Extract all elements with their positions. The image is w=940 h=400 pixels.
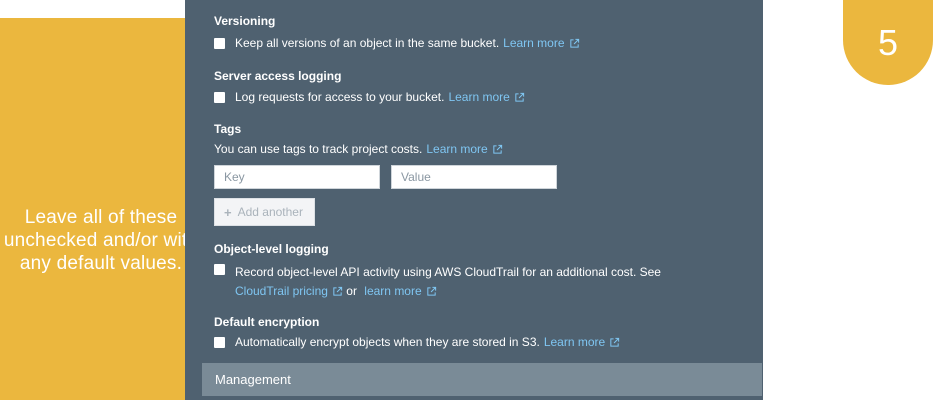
external-link-icon bbox=[332, 286, 343, 297]
versioning-learn-more-text: Learn more bbox=[503, 36, 565, 50]
server-access-logging-checkbox[interactable] bbox=[214, 91, 225, 103]
add-another-tag-button[interactable]: + Add another bbox=[214, 198, 315, 226]
instruction-callout: Leave all of these unchecked and/or with… bbox=[0, 18, 202, 400]
tag-value-input[interactable] bbox=[391, 165, 557, 189]
tags-learn-more-text: Learn more bbox=[426, 142, 488, 156]
tags-description-row: You can use tags to track project costs.… bbox=[214, 142, 503, 156]
management-section-header[interactable]: Management bbox=[202, 363, 762, 396]
default-encryption-title: Default encryption bbox=[214, 315, 320, 329]
tags-title: Tags bbox=[214, 122, 242, 136]
callout-text: Leave all of these unchecked and/or with… bbox=[3, 207, 199, 274]
tag-key-input[interactable] bbox=[214, 165, 380, 189]
server-access-logging-learn-more-text: Learn more bbox=[448, 90, 510, 104]
server-access-logging-label: Log requests for access to your bucket. bbox=[235, 90, 445, 104]
object-level-logging-learn-more-link[interactable]: learn more bbox=[364, 282, 436, 301]
versioning-title: Versioning bbox=[214, 14, 276, 28]
versioning-learn-more-link[interactable]: Learn more bbox=[503, 36, 579, 50]
or-text: or bbox=[346, 284, 357, 298]
external-link-icon bbox=[569, 38, 580, 49]
default-encryption-row: Automatically encrypt objects when they … bbox=[214, 335, 620, 349]
tags-description: You can use tags to track project costs. bbox=[214, 142, 423, 156]
object-level-logging-title: Object-level logging bbox=[214, 242, 329, 256]
server-access-logging-row: Log requests for access to your bucket. … bbox=[214, 90, 525, 104]
default-encryption-label: Automatically encrypt objects when they … bbox=[235, 335, 540, 349]
external-link-icon bbox=[609, 337, 620, 348]
external-link-icon bbox=[514, 92, 525, 103]
object-level-logging-label: Record object-level API activity using A… bbox=[235, 265, 661, 279]
versioning-checkbox[interactable] bbox=[214, 37, 225, 49]
add-another-label: Add another bbox=[237, 205, 303, 219]
step-badge: 5 bbox=[843, 0, 933, 85]
tags-learn-more-link[interactable]: Learn more bbox=[426, 142, 502, 156]
plus-icon: + bbox=[224, 204, 232, 220]
management-label: Management bbox=[215, 372, 291, 387]
default-encryption-checkbox[interactable] bbox=[214, 336, 225, 348]
server-access-logging-title: Server access logging bbox=[214, 69, 342, 83]
versioning-row: Keep all versions of an object in the sa… bbox=[214, 36, 580, 50]
object-level-logging-learn-more-text: learn more bbox=[364, 284, 422, 298]
cloudtrail-pricing-link[interactable]: CloudTrail pricing bbox=[235, 282, 343, 301]
object-level-logging-row: Record object-level API activity using A… bbox=[214, 263, 754, 301]
versioning-label: Keep all versions of an object in the sa… bbox=[235, 36, 500, 50]
server-access-logging-learn-more-link[interactable]: Learn more bbox=[448, 90, 524, 104]
external-link-icon bbox=[426, 286, 437, 297]
cloudtrail-pricing-text: CloudTrail pricing bbox=[235, 284, 328, 298]
external-link-icon bbox=[492, 144, 503, 155]
object-level-logging-checkbox[interactable] bbox=[214, 264, 225, 275]
default-encryption-learn-more-link[interactable]: Learn more bbox=[544, 335, 620, 349]
default-encryption-learn-more-text: Learn more bbox=[543, 335, 606, 349]
